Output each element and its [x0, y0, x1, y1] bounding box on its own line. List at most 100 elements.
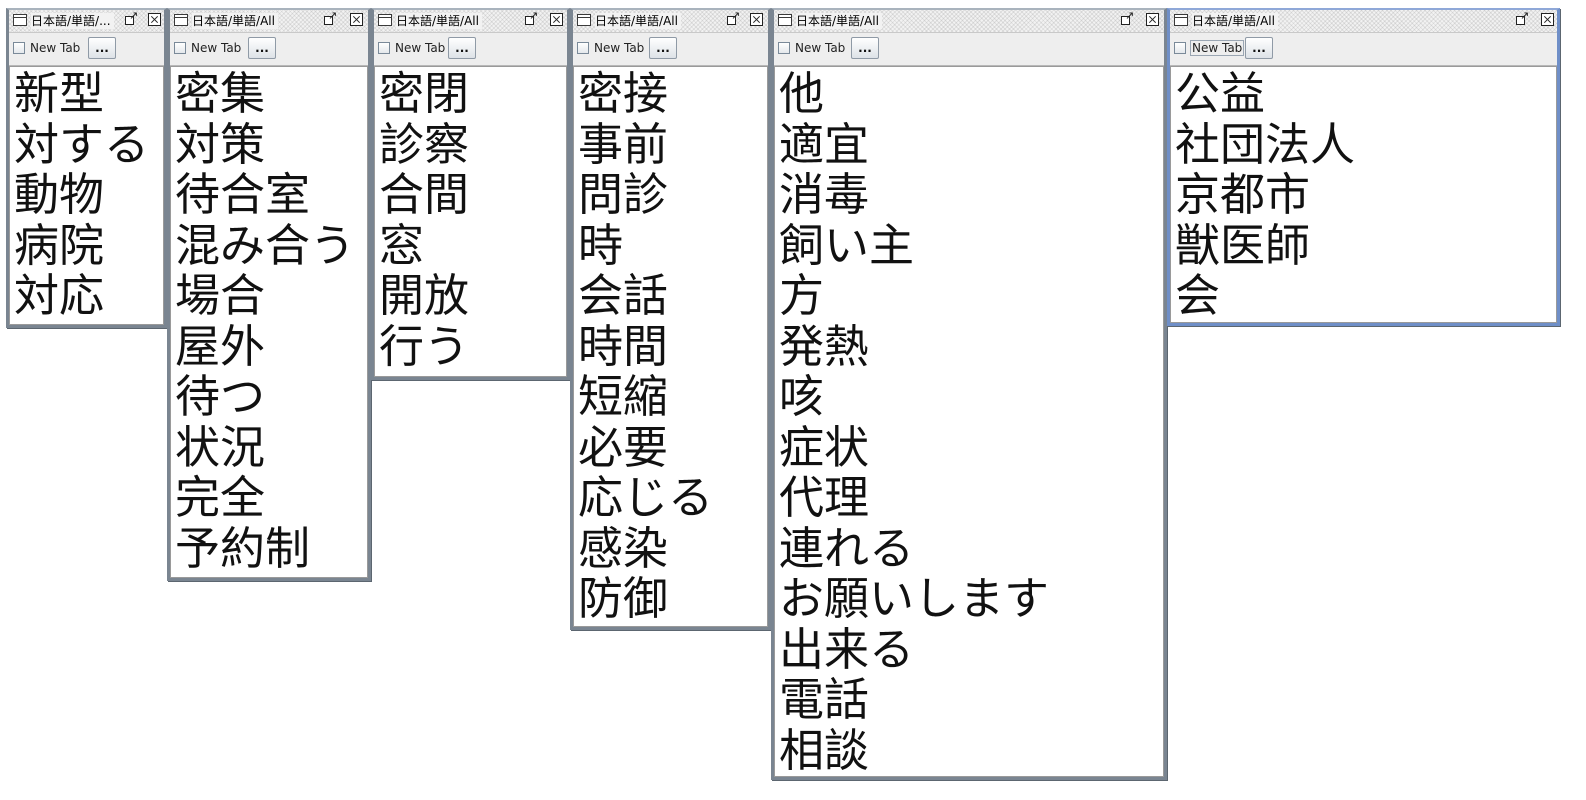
more-options-button[interactable]: ... [448, 37, 476, 59]
word-item: 密接 [578, 67, 669, 120]
window-icon [778, 14, 792, 26]
word-item: 防御 [578, 572, 669, 625]
close-icon[interactable] [750, 13, 763, 26]
word-panel-2[interactable]: 日本語/単語/All ↗ New Tab ... 密集 対策 待合室 混み合う … [167, 8, 371, 581]
word-item: 窓 [379, 218, 425, 272]
word-item: 動物 [14, 168, 105, 221]
word-item: 必要 [578, 420, 669, 474]
new-tab-label[interactable]: New Tab [394, 41, 446, 55]
new-tab-label[interactable]: New Tab [29, 41, 81, 55]
word-item: 感染 [578, 521, 669, 575]
word-item: 場合 [175, 269, 266, 322]
word-item: 時間 [578, 319, 669, 373]
new-tab-checkbox[interactable] [378, 42, 390, 54]
panel-titlebar[interactable]: 日本語/単語/All ↗ [170, 10, 368, 33]
word-item: 密閉 [379, 67, 470, 120]
new-tab-label[interactable]: New Tab [794, 41, 846, 55]
word-item: 症状 [779, 420, 870, 474]
panel-titlebar[interactable]: 日本語/単語/All ↗ [774, 10, 1164, 33]
word-list-area[interactable]: 密閉 診察 合間 窓 開放 行う [374, 66, 567, 377]
word-item: 獣医師 [1175, 218, 1311, 272]
word-item: 診察 [379, 117, 470, 171]
panel-toolbar: New Tab ... [774, 33, 1164, 66]
word-item: 消毒 [779, 168, 870, 221]
word-list-area[interactable]: 新型 対する 動物 病院 対応 [9, 66, 164, 325]
panel-title: 日本語/単語/All [1192, 13, 1278, 29]
new-tab-label[interactable]: New Tab [593, 41, 645, 55]
word-item: 待つ [175, 370, 266, 423]
new-tab-checkbox[interactable] [577, 42, 589, 54]
panel-toolbar: New Tab ... [170, 33, 368, 66]
more-options-button[interactable]: ... [248, 37, 276, 59]
panel-title: 日本語/単語/All [595, 13, 681, 29]
word-item: 短縮 [578, 370, 669, 423]
word-item: 密集 [175, 67, 266, 120]
word-item: 事前 [578, 117, 669, 171]
close-icon[interactable] [1541, 13, 1554, 26]
popout-icon[interactable]: ↗ [1515, 10, 1529, 27]
panel-titlebar[interactable]: 日本語/単語/All ↗ [374, 10, 567, 33]
more-options-button[interactable]: ... [1245, 37, 1273, 59]
new-tab-checkbox[interactable] [13, 42, 25, 54]
word-item: お願いします [779, 572, 1050, 625]
word-panel-4[interactable]: 日本語/単語/All ↗ New Tab ... 密接 事前 問診 時 会話 時… [570, 8, 771, 630]
new-tab-label[interactable]: New Tab [190, 41, 242, 55]
word-item: 問診 [578, 168, 669, 221]
panel-titlebar[interactable]: 日本語/単語/All ↗ [573, 10, 768, 33]
word-item: 合間 [379, 168, 470, 221]
word-item: 病院 [14, 218, 105, 272]
new-tab-checkbox[interactable] [1174, 42, 1186, 54]
word-list-area[interactable]: 密接 事前 問診 時 会話 時間 短縮 必要 応じる 感染 防御 [573, 66, 768, 627]
new-tab-checkbox[interactable] [174, 42, 186, 54]
word-item: 電話 [779, 673, 870, 726]
popout-icon[interactable]: ↗ [124, 10, 138, 27]
word-item: 連れる [779, 521, 915, 575]
panel-titlebar[interactable]: 日本語/単語/... ↗ [9, 10, 164, 33]
word-list-area[interactable]: 公益 社団法人 京都市 獣医師 会 [1170, 66, 1557, 323]
new-tab-checkbox[interactable] [778, 42, 790, 54]
popout-icon[interactable]: ↗ [1120, 10, 1134, 27]
window-icon [378, 14, 392, 26]
word-item: 新型 [14, 67, 105, 120]
panel-title: 日本語/単語/All [396, 13, 482, 29]
word-item: 咳 [779, 370, 825, 423]
close-icon[interactable] [148, 13, 161, 26]
panel-toolbar: New Tab ... [374, 33, 567, 66]
word-item: 屋外 [175, 319, 266, 373]
word-item: 発熱 [779, 319, 870, 373]
word-list-area[interactable]: 密集 対策 待合室 混み合う 場合 屋外 待つ 状況 完全 予約制 [170, 66, 368, 578]
word-item: 公益 [1175, 67, 1266, 120]
word-panel-3[interactable]: 日本語/単語/All ↗ New Tab ... 密閉 診察 合間 窓 開放 行… [371, 8, 570, 380]
more-options-button[interactable]: ... [649, 37, 677, 59]
word-item: 代理 [779, 471, 870, 524]
new-tab-label[interactable]: New Tab [1190, 40, 1245, 56]
popout-icon[interactable]: ↗ [524, 10, 538, 27]
close-icon[interactable] [350, 13, 363, 26]
word-item: 時 [578, 218, 624, 272]
window-icon [1174, 14, 1188, 26]
word-panel-5[interactable]: 日本語/単語/All ↗ New Tab ... 他 適宜 消毒 飼い主 方 発… [771, 8, 1167, 780]
word-item: 状況 [175, 420, 266, 474]
more-options-button[interactable]: ... [851, 37, 879, 59]
word-item: 対策 [175, 117, 266, 171]
more-options-button[interactable]: ... [88, 37, 116, 59]
word-panel-1[interactable]: 日本語/単語/... ↗ New Tab ... 新型 対する 動物 病院 対応 [6, 8, 167, 328]
popout-icon[interactable]: ↗ [726, 10, 740, 27]
word-item: 混み合う [175, 218, 356, 272]
close-icon[interactable] [1146, 13, 1159, 26]
window-icon [13, 14, 27, 26]
panel-toolbar: New Tab ... [573, 33, 768, 66]
popout-icon[interactable]: ↗ [323, 10, 337, 27]
word-list-area[interactable]: 他 適宜 消毒 飼い主 方 発熱 咳 症状 代理 連れる お願いします 出来る … [774, 66, 1164, 777]
panel-toolbar: New Tab ... [9, 33, 164, 66]
panel-toolbar: New Tab ... [1170, 33, 1557, 66]
panel-titlebar[interactable]: 日本語/単語/All ↗ [1170, 10, 1557, 33]
word-item: 予約制 [175, 521, 311, 575]
panel-title: 日本語/単語/... [31, 13, 114, 29]
word-item: 対応 [14, 269, 105, 322]
word-panel-6[interactable]: 日本語/単語/All ↗ New Tab ... 公益 社団法人 京都市 獣医師… [1167, 8, 1560, 326]
word-item: 会 [1175, 269, 1221, 322]
close-icon[interactable] [550, 13, 563, 26]
word-item: 待合室 [175, 168, 311, 221]
word-item: 応じる [578, 471, 714, 524]
